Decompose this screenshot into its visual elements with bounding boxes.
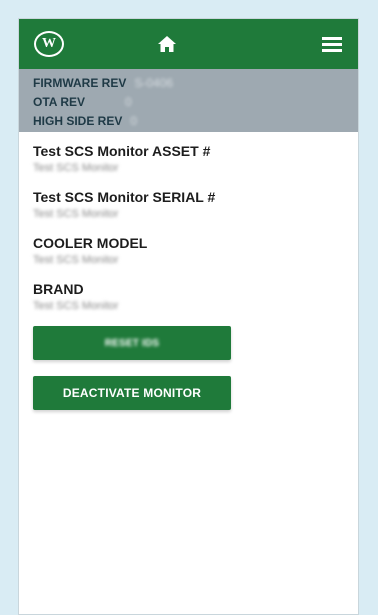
deactivate-monitor-button[interactable]: DEACTIVATE MONITOR xyxy=(33,376,231,410)
revision-panel: FIRMWARE REV S-0406 OTA REV 0 HIGH SIDE … xyxy=(19,69,358,132)
cooler-model-label: COOLER MODEL xyxy=(33,235,148,251)
brand-field: BRAND Test SCS Monitor xyxy=(33,280,344,314)
reset-ids-button[interactable]: RESET IDS xyxy=(33,326,231,360)
asset-number-label: Test SCS Monitor ASSET # xyxy=(33,143,211,159)
monitor-details: Test SCS Monitor ASSET # Test SCS Monito… xyxy=(19,132,358,410)
firmware-rev-label: FIRMWARE REV xyxy=(33,75,127,90)
asset-number-field: Test SCS Monitor ASSET # Test SCS Monito… xyxy=(33,142,344,176)
ota-rev-label: OTA REV xyxy=(33,94,86,109)
firmware-rev-value: S-0406 xyxy=(134,75,174,90)
home-button[interactable] xyxy=(147,19,187,69)
asset-number-value: Test SCS Monitor xyxy=(33,162,119,174)
deactivate-monitor-label: DEACTIVATE MONITOR xyxy=(62,386,202,400)
logo-button[interactable]: W xyxy=(29,19,69,69)
high-side-rev-label: HIGH SIDE REV xyxy=(33,113,123,128)
serial-number-label: Test SCS Monitor SERIAL # xyxy=(33,189,216,205)
brand-value: Test SCS Monitor xyxy=(33,300,119,312)
high-side-rev-value: 0 xyxy=(130,113,138,128)
cooler-model-value: Test SCS Monitor xyxy=(33,254,119,266)
cooler-model-field: COOLER MODEL Test SCS Monitor xyxy=(33,234,344,268)
serial-number-field: Test SCS Monitor SERIAL # Test SCS Monit… xyxy=(33,188,344,222)
ota-rev-value: 0 xyxy=(125,94,132,109)
high-side-rev-row: HIGH SIDE REV 0 xyxy=(33,111,358,130)
brand-label: BRAND xyxy=(33,281,84,297)
phone-screen: W FIRMWARE REV S-0406 OTA REV 0 HIGH SID… xyxy=(18,18,359,615)
ota-rev-row: OTA REV 0 xyxy=(33,92,358,111)
top-app-bar: W xyxy=(19,19,358,69)
home-icon xyxy=(158,36,176,52)
logo-icon: W xyxy=(34,31,64,57)
menu-button[interactable] xyxy=(314,19,350,69)
firmware-rev-row: FIRMWARE REV S-0406 xyxy=(33,73,358,92)
serial-number-value: Test SCS Monitor xyxy=(33,208,119,220)
reset-ids-label: RESET IDS xyxy=(104,337,160,349)
hamburger-menu-icon xyxy=(322,37,342,52)
logo-glyph: W xyxy=(42,36,56,51)
